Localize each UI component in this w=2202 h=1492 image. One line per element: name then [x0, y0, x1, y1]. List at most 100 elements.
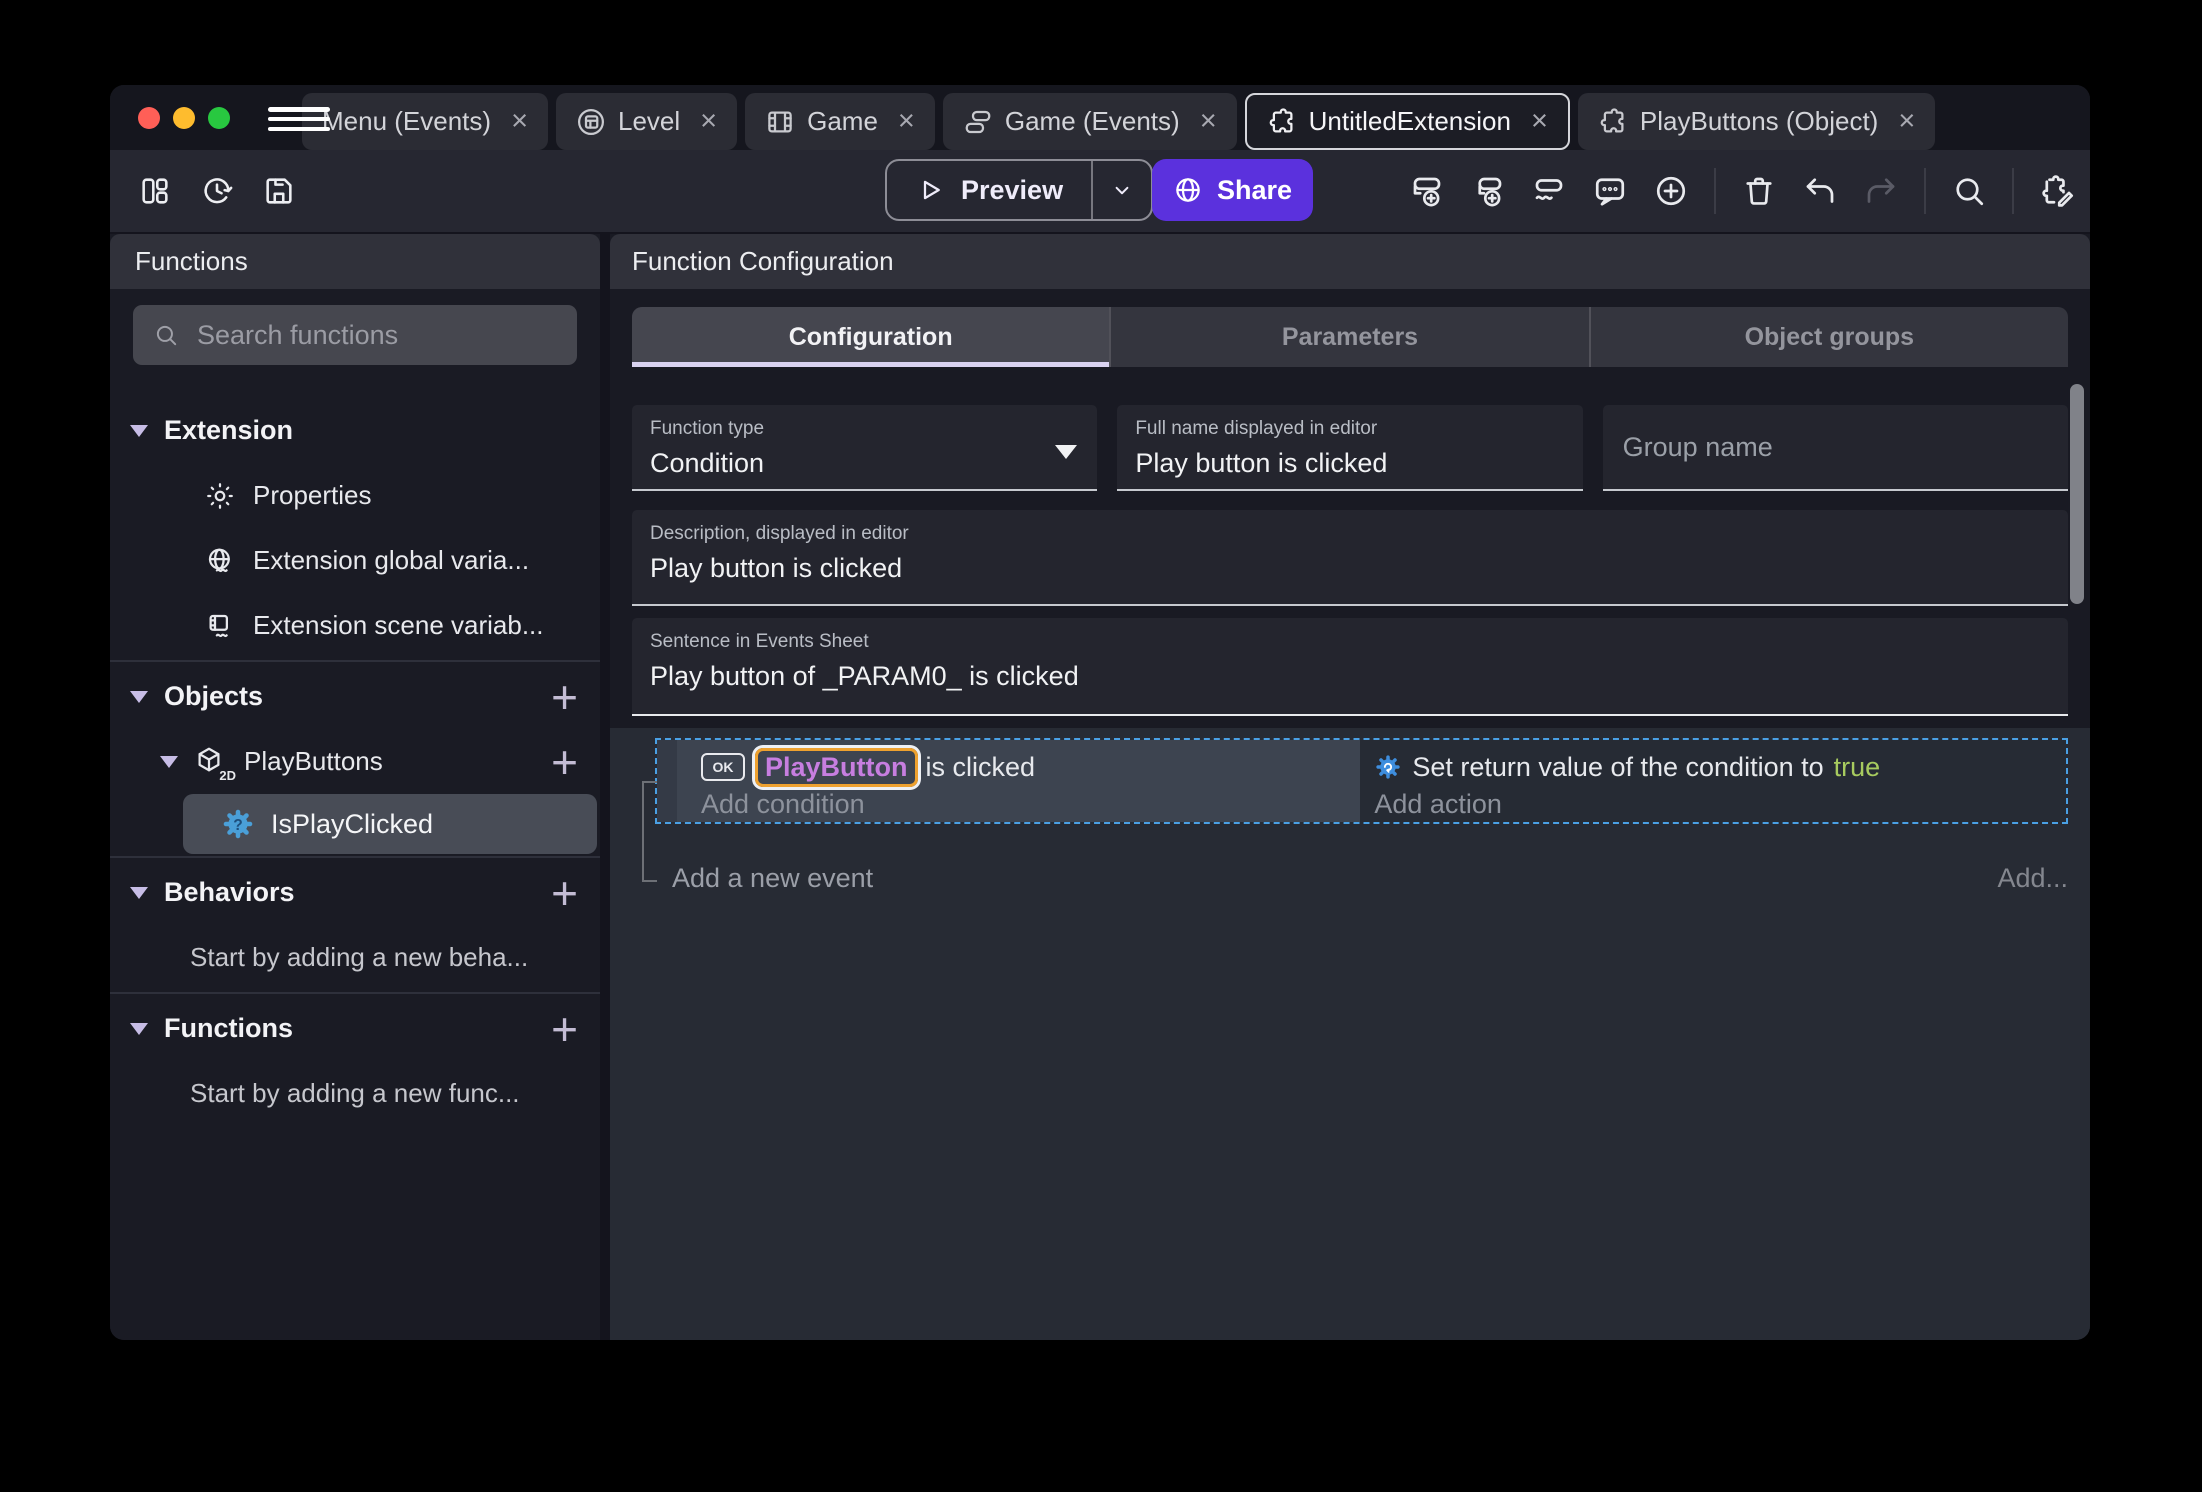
- sidebar-item-extension-global-variables[interactable]: Extension global varia...: [110, 528, 600, 593]
- close-tab-icon[interactable]: ×: [898, 107, 915, 136]
- section-label: Behaviors: [164, 877, 295, 907]
- gear-icon: [207, 482, 233, 509]
- tab-level[interactable]: Level ×: [556, 93, 738, 150]
- function-type-select[interactable]: Function type Condition: [632, 405, 1098, 491]
- sidebar-item-extension-scene-variables[interactable]: Extension scene variab...: [110, 593, 600, 658]
- field-label: Sentence in Events Sheet: [650, 631, 869, 652]
- behaviors-section-header[interactable]: Behaviors +: [110, 860, 600, 925]
- sidebar-item-properties[interactable]: Properties: [110, 463, 600, 528]
- search-functions-input[interactable]: [195, 318, 557, 352]
- tab-untitled-extension[interactable]: UntitledExtension ×: [1244, 93, 1570, 150]
- redo-icon[interactable]: [1863, 173, 1899, 209]
- collapse-arrow-icon[interactable]: [130, 690, 148, 703]
- tab-game-events[interactable]: Game (Events) ×: [942, 93, 1237, 150]
- description-field[interactable]: Description, displayed in editor Play bu…: [632, 510, 2068, 606]
- event-tree-connector: [642, 781, 657, 882]
- add-condition-button[interactable]: Add condition: [701, 789, 1360, 819]
- item-label: PlayButtons: [244, 746, 383, 776]
- add-object-button[interactable]: +: [551, 674, 578, 720]
- close-tab-icon[interactable]: ×: [1898, 107, 1915, 136]
- add-more-button[interactable]: Add...: [1997, 863, 2068, 894]
- tree-item-playbuttons[interactable]: 2D PlayButtons +: [110, 729, 600, 794]
- events-sheet-icon: [965, 110, 991, 133]
- add-action-button[interactable]: Add action: [1374, 789, 2066, 819]
- globe-variable-icon: [208, 548, 230, 572]
- close-tab-icon[interactable]: ×: [511, 107, 528, 136]
- search-icon[interactable]: [1951, 173, 1987, 209]
- add-behavior-button[interactable]: +: [551, 870, 578, 916]
- tab-label: Game: [807, 106, 878, 136]
- project-manager-icon[interactable]: [138, 174, 172, 208]
- history-icon[interactable]: [200, 174, 234, 208]
- tab-menu-events[interactable]: Menu (Events) ×: [302, 93, 549, 150]
- close-tab-icon[interactable]: ×: [1531, 107, 1548, 136]
- condition-text[interactable]: is clicked: [926, 752, 1036, 783]
- hamburger-menu-icon[interactable]: [268, 107, 330, 131]
- toolbar: Preview Share: [110, 150, 2090, 232]
- functions-section-header[interactable]: Functions +: [110, 996, 600, 1061]
- save-icon[interactable]: [262, 174, 296, 208]
- collapse-arrow-icon[interactable]: [160, 755, 178, 768]
- tree-item-isplayclicked-selected[interactable]: ? IsPlayClicked: [183, 794, 597, 854]
- objects-section-header[interactable]: Objects +: [110, 664, 600, 729]
- tab-game[interactable]: Game ×: [745, 93, 935, 150]
- window-controls: [138, 107, 230, 129]
- field-value: Play button is clicked: [650, 553, 903, 583]
- field-value: Play button of _PARAM0_ is clicked: [650, 661, 1079, 691]
- search-icon: [156, 325, 177, 346]
- full-name-field[interactable]: Full name displayed in editor Play butto…: [1117, 405, 1583, 491]
- preview-label: Preview: [961, 174, 1064, 205]
- preview-button[interactable]: Preview: [887, 161, 1091, 219]
- condition-object-chip[interactable]: PlayButton: [755, 747, 918, 787]
- collapse-arrow-icon[interactable]: [130, 886, 148, 899]
- add-new-event-button[interactable]: Add a new event: [672, 863, 873, 894]
- action-text[interactable]: Set return value of the condition to: [1412, 752, 1823, 783]
- scene-variable-icon: [209, 614, 228, 637]
- minimize-window-button[interactable]: [173, 107, 195, 129]
- tab-object-groups[interactable]: Object groups: [1588, 307, 2068, 367]
- maximize-window-button[interactable]: [208, 107, 230, 129]
- action-value[interactable]: true: [1834, 752, 1881, 783]
- add-event-button[interactable]: [1409, 173, 1445, 209]
- add-subevent-button[interactable]: [1470, 173, 1506, 209]
- share-button[interactable]: Share: [1152, 159, 1313, 221]
- close-tab-icon[interactable]: ×: [700, 107, 717, 136]
- tab-label: PlayButtons (Object): [1639, 106, 1879, 136]
- chevron-down-icon: [1115, 186, 1129, 195]
- undo-icon[interactable]: [1802, 173, 1838, 209]
- close-window-button[interactable]: [138, 107, 160, 129]
- search-functions-box[interactable]: [133, 305, 577, 365]
- functions-sidebar: Functions Extension Properties Extension…: [110, 234, 600, 1340]
- film-icon: [768, 111, 792, 132]
- extension-section-header[interactable]: Extension: [110, 398, 600, 463]
- share-label: Share: [1216, 174, 1293, 205]
- add-comment-button[interactable]: [1592, 173, 1628, 209]
- field-label: Function type: [650, 418, 765, 439]
- sentence-field[interactable]: Sentence in Events Sheet Play button of …: [632, 618, 2068, 716]
- choose-event-button[interactable]: [1653, 173, 1689, 209]
- add-function-button[interactable]: +: [551, 1006, 578, 1052]
- title-tab-bar: Menu (Events) × Level × Game × Game (Eve…: [110, 85, 2090, 150]
- item-label: Properties: [253, 480, 372, 510]
- trash-icon[interactable]: [1741, 173, 1777, 209]
- add-other-events-button[interactable]: [1531, 173, 1567, 209]
- dropdown-arrow-icon: [1055, 445, 1078, 459]
- scene-icon: [578, 108, 605, 135]
- tab-parameters[interactable]: Parameters: [1109, 307, 1588, 367]
- vertical-scrollbar[interactable]: [2070, 384, 2084, 604]
- add-object-function-button[interactable]: +: [551, 739, 578, 785]
- tab-playbuttons-object[interactable]: PlayButtons (Object) ×: [1577, 93, 1936, 150]
- conditions-column: OK PlayButton is clicked Add condition: [677, 740, 1361, 822]
- tab-configuration[interactable]: Configuration: [632, 307, 1110, 367]
- collapse-arrow-icon[interactable]: [130, 424, 148, 437]
- event-drag-handle[interactable]: [657, 740, 677, 822]
- edit-extension-icon[interactable]: [2039, 173, 2075, 209]
- preview-options-button[interactable]: [1093, 161, 1151, 219]
- event-row-selected[interactable]: OK PlayButton is clicked Add condition S…: [655, 738, 2068, 824]
- close-tab-icon[interactable]: ×: [1200, 107, 1217, 136]
- group-name-field[interactable]: [1602, 405, 2068, 491]
- collapse-arrow-icon[interactable]: [130, 1022, 148, 1035]
- group-name-input[interactable]: [1620, 430, 2050, 464]
- item-label: IsPlayClicked: [271, 808, 434, 839]
- return-value-gear-icon: [1376, 755, 1401, 779]
